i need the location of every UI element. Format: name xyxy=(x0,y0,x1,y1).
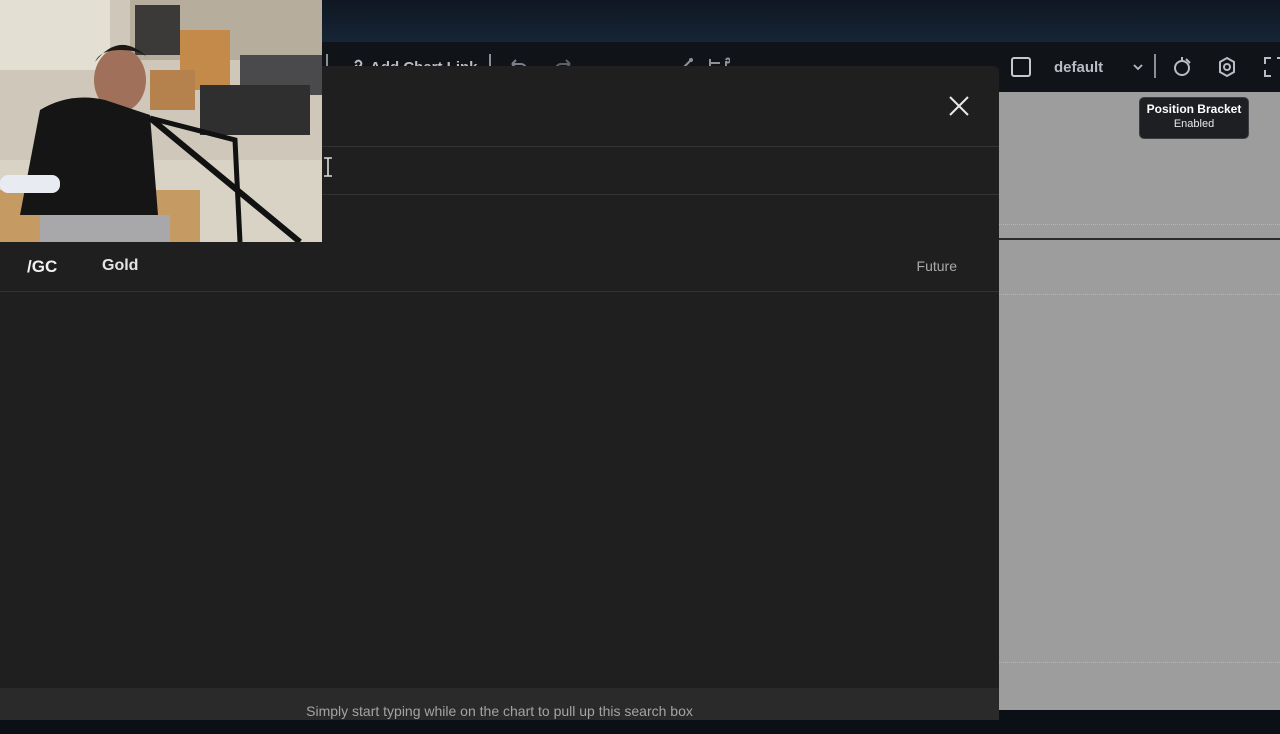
result-symbol: /GC xyxy=(27,257,58,276)
toolbar-separator xyxy=(1154,54,1156,78)
symbol-search-input[interactable] xyxy=(330,147,984,196)
result-description: Gold xyxy=(102,257,139,274)
result-divider xyxy=(0,291,999,292)
fullscreen-icon[interactable] xyxy=(1262,55,1280,79)
search-result-row[interactable]: /GC Gold Future xyxy=(0,242,999,291)
webcam-image xyxy=(0,0,322,242)
tooltip-title: Position Bracket xyxy=(1146,102,1242,116)
chevron-down-icon xyxy=(1133,64,1143,71)
crosshair-icon[interactable] xyxy=(1170,55,1194,79)
text-cursor-icon xyxy=(324,157,332,177)
search-hint-footer: Simply start typing while on the chart t… xyxy=(0,688,999,720)
chart-gridline xyxy=(999,294,1280,295)
layout-select-value: default xyxy=(1054,58,1104,76)
chart-panel[interactable] xyxy=(999,92,1280,710)
layout-select[interactable]: default xyxy=(1054,42,1145,92)
position-bracket-tooltip: Position Bracket Enabled xyxy=(1139,97,1249,139)
layout-square-icon[interactable] xyxy=(1009,55,1033,79)
chart-price-line xyxy=(999,238,1280,240)
close-icon[interactable] xyxy=(945,92,973,120)
webcam-overlay xyxy=(0,0,322,242)
chart-gridline xyxy=(999,224,1280,225)
chart-gridline xyxy=(999,662,1280,663)
search-hint-text: Simply start typing while on the chart t… xyxy=(306,703,693,719)
tooltip-status: Enabled xyxy=(1173,118,1215,130)
settings-icon[interactable] xyxy=(1215,55,1239,79)
result-type: Future xyxy=(916,258,957,274)
